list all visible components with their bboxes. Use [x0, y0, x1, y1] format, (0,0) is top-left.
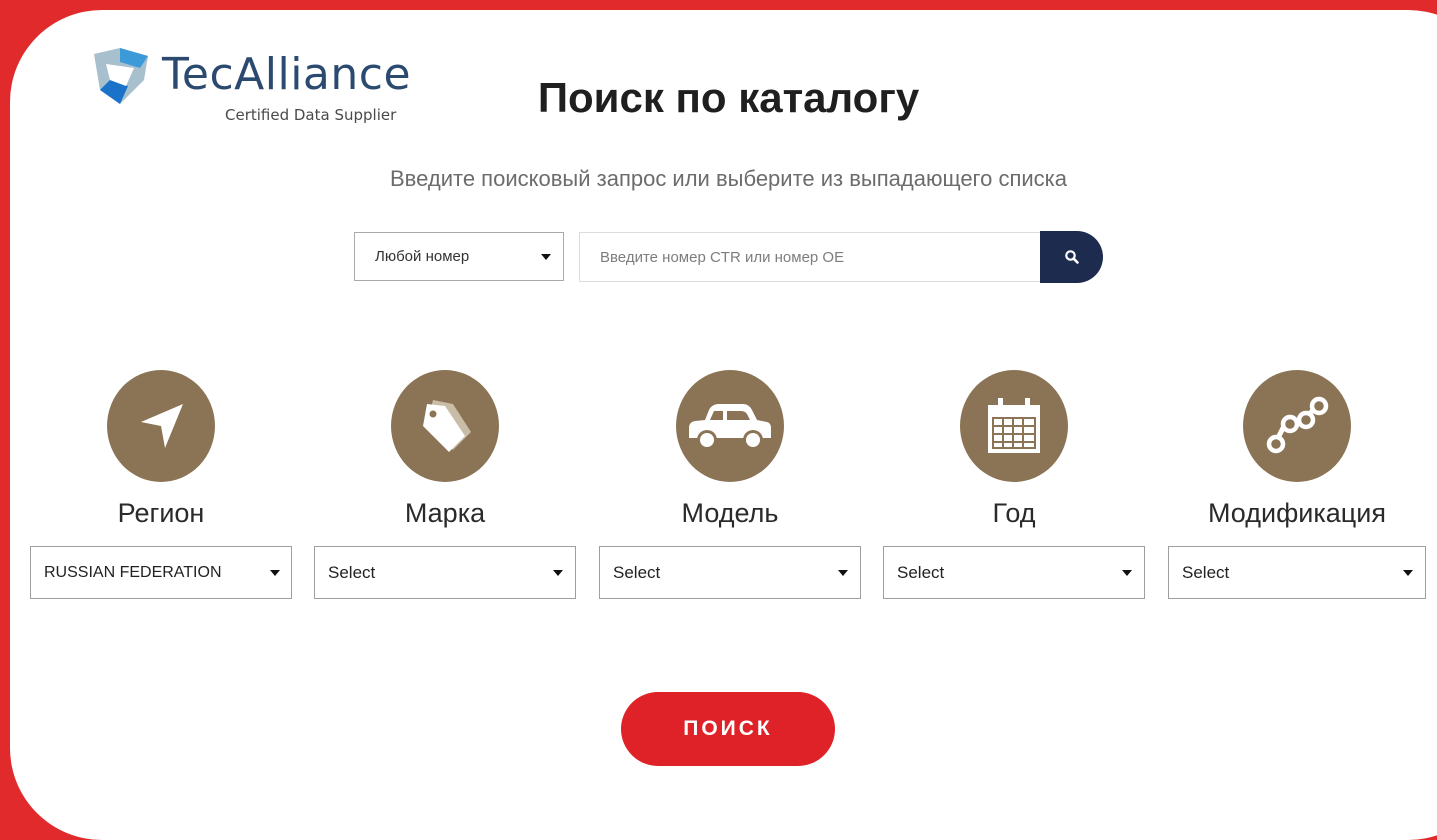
caret-down-icon	[1403, 569, 1413, 576]
number-type-value: Любой номер	[375, 248, 470, 265]
nodes-icon	[1266, 396, 1329, 454]
region-icon-circle	[107, 370, 215, 482]
model-select-value: Select	[613, 563, 661, 582]
brand-icon-circle	[391, 370, 499, 482]
search-button[interactable]	[1040, 231, 1103, 283]
brand-select[interactable]: Select	[314, 546, 576, 599]
page-subtitle: Введите поисковый запрос или выберите из…	[390, 166, 1067, 191]
page-title: Поиск по каталогу	[537, 74, 920, 121]
filter-label-modification: Модификация	[1208, 498, 1386, 528]
caret-down-icon	[838, 569, 848, 576]
caret-down-icon	[270, 569, 280, 576]
calendar-icon	[988, 398, 1040, 453]
search-icon	[1064, 250, 1079, 264]
caret-down-icon	[1122, 569, 1132, 576]
modification-select[interactable]: Select	[1168, 546, 1426, 599]
caret-down-icon	[553, 569, 563, 576]
modification-icon-circle	[1243, 370, 1351, 482]
search-input[interactable]	[579, 232, 1041, 282]
car-icon	[689, 404, 771, 450]
region-select-value: RUSSIAN FEDERATION	[44, 564, 222, 581]
filter-label-year: Год	[992, 498, 1036, 528]
model-select[interactable]: Select	[599, 546, 861, 599]
modification-select-value: Select	[1182, 563, 1230, 582]
filter-label-model: Модель	[681, 498, 779, 528]
filter-label-brand: Марка	[404, 498, 486, 528]
year-icon-circle	[960, 370, 1068, 482]
submit-search-button[interactable]: ПОИСК	[621, 692, 835, 766]
year-select[interactable]: Select	[883, 546, 1145, 599]
filter-label-region: Регион	[117, 498, 205, 528]
tag-icon	[423, 400, 471, 452]
year-select-value: Select	[897, 563, 945, 582]
model-icon-circle	[676, 370, 784, 482]
number-type-select[interactable]: Любой номер	[354, 232, 564, 281]
caret-down-icon	[541, 253, 551, 260]
navigation-arrow-icon	[141, 404, 183, 448]
brand-select-value: Select	[328, 563, 376, 582]
region-select[interactable]: RUSSIAN FEDERATION	[30, 546, 292, 599]
